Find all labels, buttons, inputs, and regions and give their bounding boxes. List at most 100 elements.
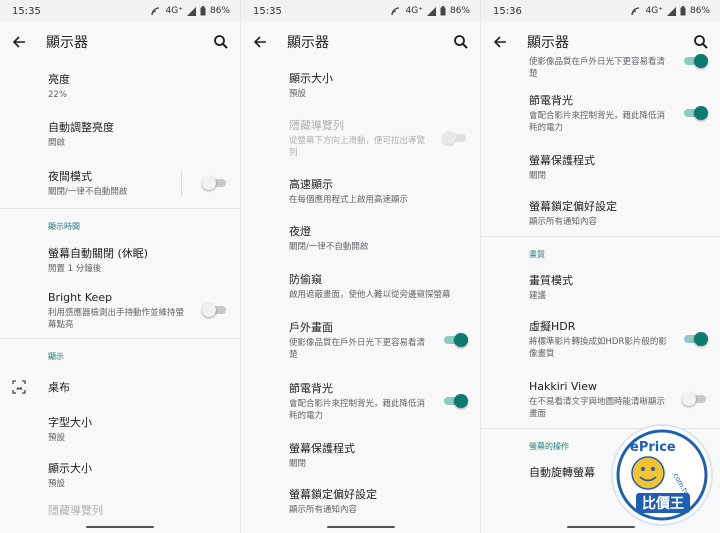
virtual-hdr-toggle[interactable] bbox=[682, 332, 708, 346]
virtual-hdr-item[interactable]: 虛擬HDR 將標準影片轉換成如HDR影片般的影像畫質 bbox=[481, 308, 720, 370]
hakkiri-view-toggle[interactable] bbox=[682, 392, 708, 406]
lock-screen-item[interactable]: 螢幕鎖定偏好設定 顯示所有通知內容 bbox=[241, 478, 480, 524]
item-title: 防偷窺 bbox=[289, 272, 322, 286]
hide-nav-bar-toggle[interactable] bbox=[442, 131, 468, 145]
item-title: 虛擬HDR bbox=[529, 319, 576, 333]
item-subtitle: 22% bbox=[48, 89, 67, 100]
item-title: 畫質模式 bbox=[529, 273, 573, 287]
item-title: 顯示大小 bbox=[48, 461, 92, 475]
arrow-left-icon bbox=[12, 36, 25, 48]
network-label: 4G⁺ bbox=[405, 6, 423, 16]
watermark-chinese: 比價王 bbox=[642, 495, 684, 512]
gesture-nav-pill[interactable] bbox=[326, 526, 395, 528]
display-size-item[interactable]: 顯示大小 預設 bbox=[0, 452, 240, 498]
display-size-item[interactable]: 顯示大小 預設 bbox=[241, 62, 480, 108]
brightness-item[interactable]: 亮度 22% bbox=[0, 62, 240, 110]
item-title: 螢幕保護程式 bbox=[289, 441, 355, 455]
item-subtitle: 會配合影片來控制背光，藉此降低消耗的電力 bbox=[289, 398, 426, 421]
power-saving-backlight-item[interactable]: 節電背光 會配合影片來控制背光，藉此降低消耗的電力 bbox=[481, 82, 720, 144]
item-title: 節電背光 bbox=[289, 381, 333, 395]
cast-icon bbox=[630, 6, 639, 15]
item-subtitle: 閒置 1 分鐘後 bbox=[48, 263, 102, 274]
battery-percent: 86% bbox=[689, 6, 710, 16]
sleep-item[interactable]: 螢幕自動關閉 (休眠) 閒置 1 分鐘後 bbox=[0, 238, 240, 282]
night-light-item[interactable]: 夜燈 關閉/一律不自動開啟 bbox=[241, 214, 480, 262]
outdoor-view-toggle[interactable] bbox=[442, 333, 468, 347]
arrow-left-icon bbox=[253, 36, 266, 48]
item-subtitle: 會配合影片來控制背光，藉此降低消耗的電力 bbox=[529, 110, 666, 133]
outdoor-view-item[interactable]: 戶外畫面 使影像品質在戶外日光下更容易看清楚 bbox=[241, 310, 480, 370]
search-icon[interactable] bbox=[212, 33, 230, 51]
item-subtitle: 從螢幕下方向上滑動，便可拉出導覽列 bbox=[289, 135, 426, 158]
item-title: 自動調整亮度 bbox=[48, 120, 114, 134]
item-title: 字型大小 bbox=[48, 415, 92, 429]
status-time: 15:36 bbox=[493, 5, 522, 17]
night-mode-toggle[interactable] bbox=[202, 176, 228, 190]
privacy-filter-item[interactable]: 防偷窺 啟用遮蔽畫面，使他人難以從旁邊窺探螢幕 bbox=[241, 262, 480, 310]
gesture-nav-pill[interactable] bbox=[86, 526, 154, 528]
status-time: 15:35 bbox=[253, 5, 282, 17]
app-bar: 顯示器 bbox=[0, 22, 240, 62]
status-bar: 15:36 4G⁺ 86% bbox=[481, 0, 720, 22]
outdoor-view-item[interactable]: 使影像品質在戶外日光下更容易看清楚 bbox=[481, 54, 720, 82]
settings-list: 亮度 22% 自動調整亮度 開啟 夜間模式 關閉/一律不自動開啟 顯示時間 螢幕… bbox=[0, 62, 240, 522]
cast-icon bbox=[390, 6, 399, 15]
item-subtitle: 使影像品質在戶外日光下更容易看清楚 bbox=[529, 57, 666, 79]
back-button[interactable] bbox=[251, 33, 269, 51]
high-speed-display-item[interactable]: 高速顯示 在每個應用程式上啟用高速顯示 bbox=[241, 168, 480, 214]
back-button[interactable] bbox=[10, 33, 28, 51]
item-subtitle: 將標準影片轉換成如HDR影片般的影像畫質 bbox=[529, 336, 667, 359]
item-subtitle: 在每個應用程式上啟用高速顯示 bbox=[289, 194, 409, 205]
page-title: 顯示器 bbox=[527, 35, 569, 51]
wallpaper-icon bbox=[12, 380, 26, 394]
hide-nav-bar-item[interactable]: 隱藏導覽列 bbox=[0, 498, 240, 522]
settings-list: 使影像品質在戶外日光下更容易看清楚 節電背光 會配合影片來控制背光，藉此降低消耗… bbox=[481, 54, 720, 486]
item-title: 節電背光 bbox=[529, 93, 573, 107]
item-separator bbox=[181, 170, 182, 196]
battery-percent: 86% bbox=[449, 6, 470, 16]
item-title: 螢幕鎖定偏好設定 bbox=[529, 199, 617, 213]
section-header: 畫質 bbox=[529, 250, 545, 259]
item-subtitle: 關閉 bbox=[289, 458, 307, 469]
item-subtitle: 關閉/一律不自動開啟 bbox=[48, 186, 128, 197]
bright-keep-item[interactable]: Bright Keep 利用感應器檢測出手持動作並維持螢幕點亮 bbox=[0, 282, 240, 338]
screen-3: 15:36 4G⁺ 86% 顯示器 使影像品質在戶外日光下更容易看清楚 節電背光… bbox=[480, 0, 720, 533]
arrow-left-icon bbox=[493, 36, 506, 48]
item-title: 戶外畫面 bbox=[289, 320, 333, 334]
power-saving-backlight-toggle[interactable] bbox=[682, 106, 708, 120]
font-size-item[interactable]: 字型大小 預設 bbox=[0, 406, 240, 452]
wallpaper-item[interactable]: 桌布 bbox=[0, 368, 240, 406]
screen-saver-item[interactable]: 螢幕保護程式 關閉 bbox=[241, 432, 480, 478]
power-saving-backlight-item[interactable]: 節電背光 會配合影片來控制背光，藉此降低消耗的電力 bbox=[241, 370, 480, 432]
signal-icon bbox=[426, 6, 436, 16]
search-icon[interactable] bbox=[692, 33, 710, 51]
status-bar: 15:35 4G⁺ 86% bbox=[241, 0, 480, 22]
item-title: 螢幕鎖定偏好設定 bbox=[289, 487, 377, 501]
back-button[interactable] bbox=[491, 33, 509, 51]
item-subtitle: 在不易看清文字與地圖時能清晰顯示畫面 bbox=[529, 396, 666, 419]
status-time: 15:35 bbox=[12, 5, 41, 17]
hakkiri-view-item[interactable]: Hakkiri View 在不易看清文字與地圖時能清晰顯示畫面 bbox=[481, 370, 720, 428]
bright-keep-toggle[interactable] bbox=[202, 303, 228, 317]
screen-1: 15:35 4G⁺ 86% 顯示器 亮度 22% 自動調整亮度 開啟 夜間模式 … bbox=[0, 0, 240, 533]
screen-saver-item[interactable]: 螢幕保護程式 關閉 bbox=[481, 144, 720, 190]
item-subtitle: 使影像品質在戶外日光下更容易看清楚 bbox=[289, 337, 426, 360]
item-title: 亮度 bbox=[48, 72, 70, 86]
item-title: 隱藏導覽列 bbox=[48, 503, 103, 517]
app-bar: 顯示器 bbox=[241, 22, 480, 62]
battery-icon bbox=[440, 6, 446, 16]
auto-brightness-item[interactable]: 自動調整亮度 開啟 bbox=[0, 110, 240, 158]
watermark-brand: ePrice bbox=[630, 440, 676, 455]
item-title: 夜間模式 bbox=[48, 169, 92, 183]
picture-mode-item[interactable]: 畫質模式 建議 bbox=[481, 266, 720, 308]
night-mode-item[interactable]: 夜間模式 關閉/一律不自動開啟 bbox=[0, 158, 240, 208]
outdoor-view-toggle[interactable] bbox=[682, 54, 708, 68]
item-title: 高速顯示 bbox=[289, 177, 333, 191]
screen-2: 15:35 4G⁺ 86% 顯示器 顯示大小 預設 隱藏導覽列 從螢幕下方向上滑… bbox=[240, 0, 480, 533]
power-saving-backlight-toggle[interactable] bbox=[442, 394, 468, 408]
item-title: 螢幕保護程式 bbox=[529, 153, 595, 167]
hide-nav-bar-item[interactable]: 隱藏導覽列 從螢幕下方向上滑動，便可拉出導覽列 bbox=[241, 108, 480, 168]
search-icon[interactable] bbox=[452, 33, 470, 51]
lock-screen-item[interactable]: 螢幕鎖定偏好設定 顯示所有通知內容 bbox=[481, 190, 720, 236]
item-title: Hakkiri View bbox=[529, 379, 597, 393]
